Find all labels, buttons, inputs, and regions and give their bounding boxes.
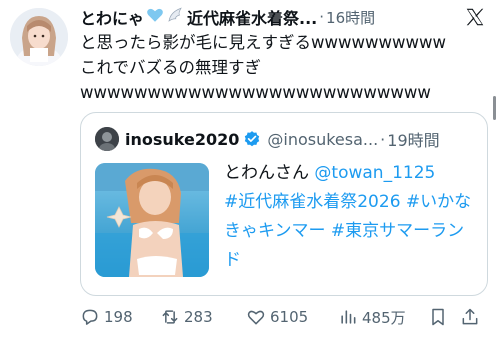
- quoted-separator-dot: ·: [380, 129, 386, 149]
- light-blue-heart-icon: [146, 6, 164, 28]
- heart-icon: [247, 310, 265, 325]
- post-header: とわにゃ 近代麻雀水着祭... · 16時間: [80, 4, 460, 30]
- repost-count: 283: [184, 308, 213, 326]
- quoted-author-avatar[interactable]: [95, 127, 119, 151]
- hashtag-links[interactable]: #近代麻雀水着祭2026 #いかなきゃキンマー #東京サマーランド: [224, 188, 480, 275]
- quoted-post-header: inosuke2020 @inosukesa... · 19時間: [95, 126, 440, 152]
- avatar-image: [10, 8, 68, 66]
- views-count: 485万: [362, 308, 406, 327]
- bookmark-icon: [432, 308, 444, 326]
- wing-icon: [166, 6, 184, 28]
- views-button[interactable]: 485万: [338, 307, 428, 328]
- bookmark-button[interactable]: [428, 307, 460, 327]
- x-logo-icon: [464, 6, 486, 28]
- mention-link[interactable]: @towan_1125: [314, 163, 435, 183]
- like-button[interactable]: 6105: [246, 307, 338, 327]
- quoted-post-image[interactable]: [95, 163, 209, 277]
- quoted-text-prefix: とわんさん: [224, 163, 315, 183]
- repost-icon: [162, 310, 178, 324]
- post-text-tail: wwwwwwwwwwwwwwwwwwwwwwwwww: [80, 83, 431, 102]
- author-name-suffix[interactable]: 近代麻雀水着祭...: [187, 5, 317, 29]
- scrollbar-thumb[interactable]: [493, 96, 496, 120]
- author-name[interactable]: とわにゃ: [80, 5, 144, 29]
- reply-icon: [82, 309, 98, 325]
- author-avatar[interactable]: [10, 8, 68, 66]
- separator-dot: ·: [319, 8, 325, 26]
- like-count: 6105: [270, 308, 309, 326]
- repost-button[interactable]: 283: [160, 307, 246, 327]
- quoted-post-time[interactable]: 19時間: [387, 127, 439, 151]
- quoted-post-text: とわんさん @towan_1125 #近代麻雀水着祭2026 #いかなきゃキンマ…: [224, 159, 480, 275]
- verified-badge-icon: [243, 130, 261, 148]
- quoted-post[interactable]: inosuke2020 @inosukesa... · 19時間 とわんさん @…: [80, 112, 488, 296]
- reply-button[interactable]: 198: [80, 307, 160, 327]
- quoted-author-handle[interactable]: @inosukesa...: [267, 130, 378, 149]
- share-button[interactable]: [460, 307, 484, 327]
- swimsuit-photo: [95, 163, 209, 277]
- quoted-author-name[interactable]: inosuke2020: [125, 130, 239, 149]
- post-text: と思ったら影が毛に見えすぎるwwwwwwwwww これでバズるの無理すぎ: [80, 33, 446, 77]
- action-bar: 198 283 6105 485万: [80, 303, 490, 331]
- views-icon: [341, 310, 356, 324]
- reply-count: 198: [104, 308, 133, 326]
- share-icon: [462, 308, 478, 325]
- post-time[interactable]: 16時間: [326, 7, 375, 28]
- quoted-text-line: とわんさん @towan_1125: [224, 159, 480, 188]
